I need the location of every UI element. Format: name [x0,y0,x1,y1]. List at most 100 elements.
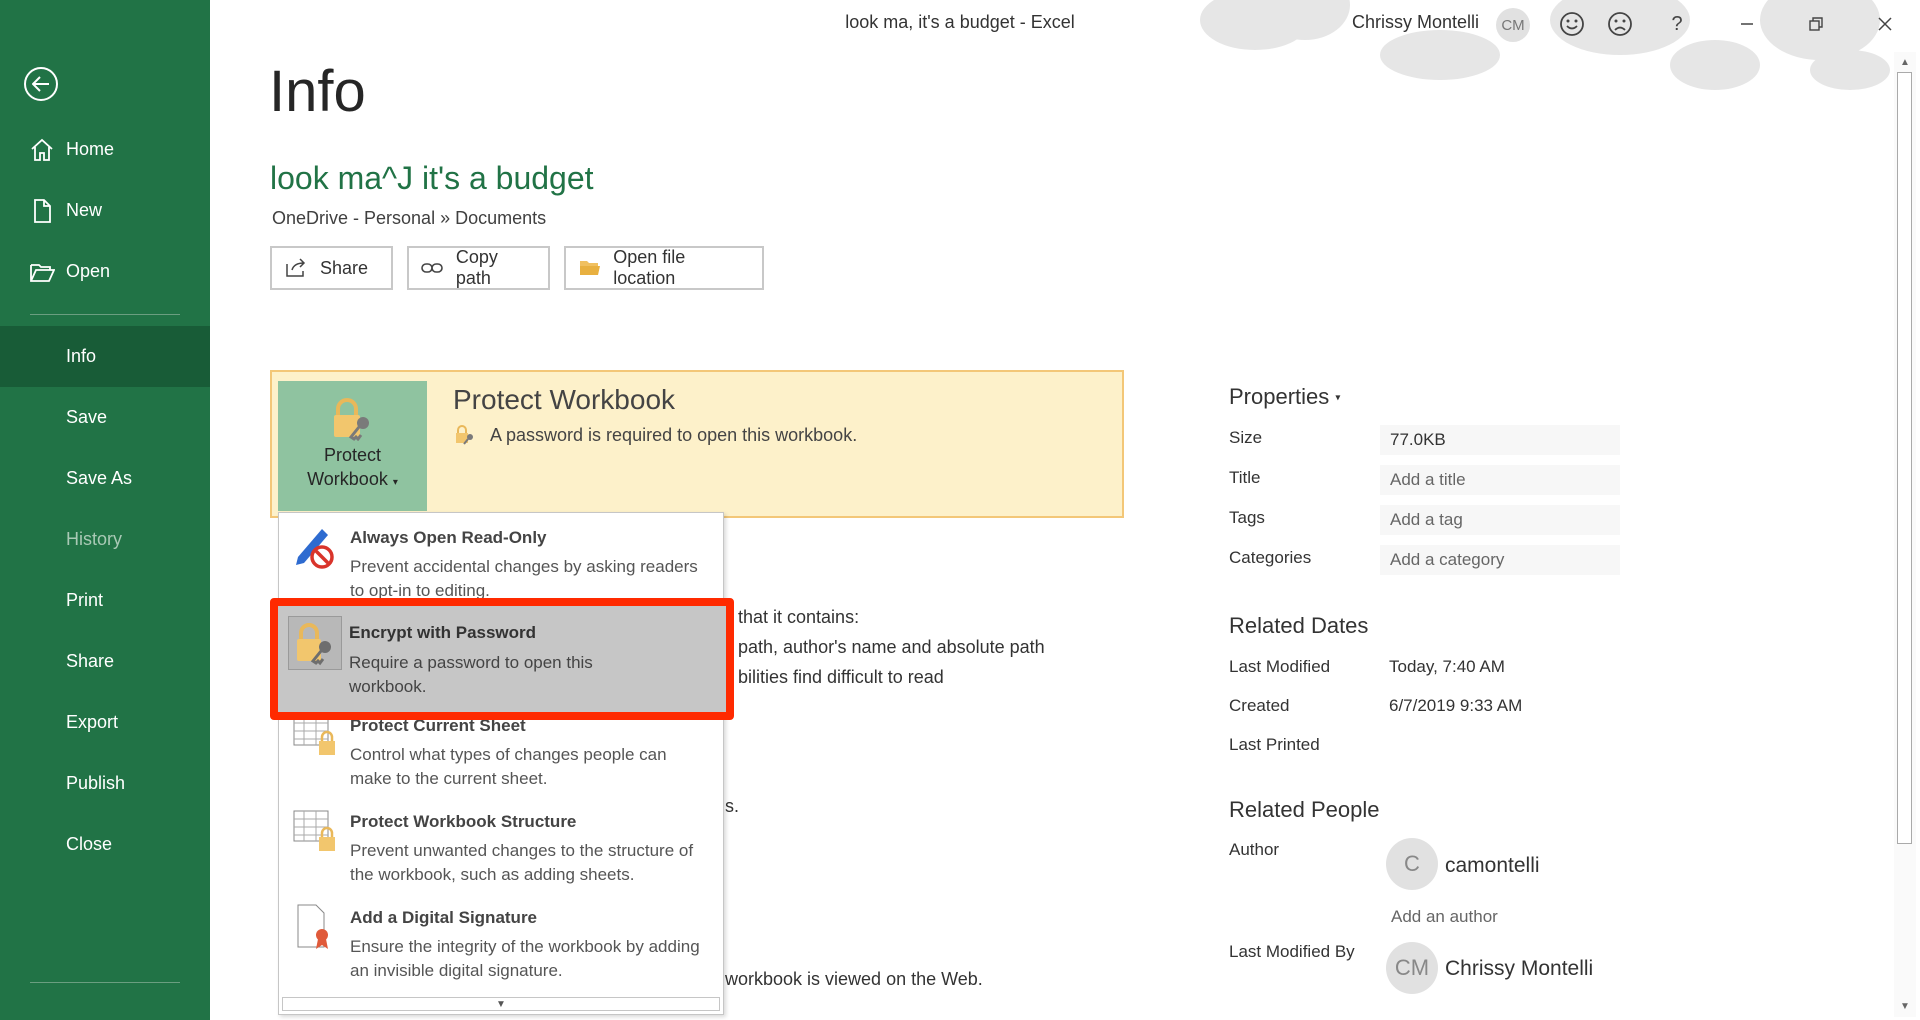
menu-item-description: Prevent accidental changes by asking rea… [350,557,698,600]
restore-icon[interactable] [1797,6,1835,42]
workbook-lock-icon [292,807,340,855]
protect-workbook-button[interactable]: Protect Workbook ▾ [278,381,427,511]
sidebar-item-label: Open [66,261,111,281]
last-modified-by-avatar[interactable]: CM [1386,942,1438,994]
created-label: Created [1229,696,1290,715]
sidebar-item-open[interactable]: Open [0,241,210,302]
inspect-text: that it contains: [738,607,860,627]
protect-workbook-label: Protect Workbook ▾ [307,445,398,489]
last-printed-label: Last Printed [1229,735,1320,754]
protect-workbook-heading: Protect Workbook [453,384,676,415]
help-icon[interactable]: ? [1658,6,1696,42]
author-name[interactable]: camontelli [1445,854,1540,878]
sidebar-item-label: Save [66,407,108,427]
categories-label: Categories [1229,548,1312,567]
document-title: look ma^J it's a budget [270,160,594,196]
sidebar-item-info[interactable]: Info [0,326,210,387]
categories-field[interactable]: Add a category [1380,545,1620,575]
inspect-text: bilities find difficult to read [738,667,944,687]
minimize-icon[interactable] [1728,6,1766,42]
sidebar-item-label: Save As [66,468,133,488]
size-field: 77.0KB [1380,425,1620,455]
copy-path-label: Copy path [455,247,498,288]
sidebar-item-label: History [66,529,123,549]
chevron-down-icon: ▼ [496,998,506,1010]
dropdown-caret-icon: ▾ [392,477,398,488]
sidebar-item-print[interactable]: Print [0,570,210,631]
copy-path-button[interactable]: Copy path [407,246,550,290]
chevron-down-icon: ▾ [1335,392,1341,404]
menu-item-protect-workbook-structure[interactable]: Protect Workbook Structure Prevent unwan… [280,797,722,891]
menu-item-description: Ensure the integrity of the workbook by … [350,937,700,980]
lock-key-icon [454,424,476,446]
open-file-location-button[interactable]: Open file location [564,246,764,290]
size-label: Size [1229,428,1263,447]
menu-scroll-down-button[interactable]: ▼ [282,997,720,1011]
title-field[interactable]: Add a title [1380,465,1620,495]
author-avatar[interactable]: C [1386,838,1438,890]
menu-item-description: Prevent unwanted changes to the structur… [350,841,694,884]
scroll-down-icon[interactable]: ▼ [1897,998,1913,1014]
sidebar-item-publish[interactable]: Publish [0,753,210,814]
scrollbar-thumb[interactable] [1897,72,1912,844]
sidebar-item-home[interactable]: Home [0,119,210,180]
sidebar-divider [30,314,180,315]
sidebar-item-share[interactable]: Share [0,631,210,692]
last-modified-by-name[interactable]: Chrissy Montelli [1445,957,1593,981]
lock-key-icon [329,397,377,442]
menu-item-title: Protect Workbook Structure [350,812,577,831]
backstage-sidebar: Home New Open Info Save Save As History … [0,0,210,1020]
user-avatar[interactable]: CM [1496,8,1530,42]
menu-item-add-digital-signature[interactable]: Add a Digital Signature Ensure the integ… [280,893,722,987]
open-file-location-label: Open file location [613,247,686,288]
share-button[interactable]: Share [270,246,393,290]
menu-item-title: Add a Digital Signature [350,908,538,927]
created-value: 6/7/2019 9:33 AM [1389,696,1523,715]
sidebar-item-label: Info [66,346,97,366]
sidebar-item-label: Share [66,651,115,671]
tags-field[interactable]: Add a tag [1380,505,1620,535]
sidebar-divider [30,982,180,983]
sidebar-item-label: New [66,200,103,220]
back-arrow-icon[interactable] [24,67,58,101]
home-icon [29,137,55,163]
related-dates-heading: Related Dates [1229,613,1369,638]
menu-item-always-open-read-only[interactable]: Always Open Read-Only Prevent accidental… [280,513,722,607]
sidebar-item-label: Home [66,139,115,159]
last-modified-value: Today, 7:40 AM [1389,657,1505,676]
tags-label: Tags [1229,508,1265,527]
share-icon [284,256,308,280]
menu-item-description: Control what types of changes people can… [350,745,667,788]
sidebar-item-save-as[interactable]: Save As [0,448,210,509]
sidebar-item-save[interactable]: Save [0,387,210,448]
properties-heading[interactable]: Properties ▾ [1229,384,1340,410]
sidebar-item-label: Close [66,834,113,854]
pencil-no-icon [292,523,340,571]
window-title-text: look ma, it's a budget - Excel [845,12,1075,32]
menu-item-description: Require a password to open this workbook… [349,653,593,696]
sidebar-item-export[interactable]: Export [0,692,210,753]
sidebar-item-close[interactable]: Close [0,814,210,875]
author-label: Author [1229,840,1280,859]
add-author-link[interactable]: Add an author [1391,907,1498,927]
link-icon [421,256,444,280]
protect-workbook-menu: Always Open Read-Only Prevent accidental… [278,512,724,1015]
user-name[interactable]: Chrissy Montelli [1352,12,1479,33]
last-modified-label: Last Modified [1229,657,1331,676]
smile-feedback-icon[interactable] [1553,6,1591,42]
last-modified-by-label: Last Modified By [1229,942,1355,961]
browser-view-text: workbook is viewed on the Web. [725,969,983,989]
sidebar-item-history: History [0,509,210,570]
menu-item-title: Encrypt with Password [349,623,537,642]
sidebar-item-label: Publish [66,773,126,793]
lock-key-icon [288,616,342,670]
frown-feedback-icon[interactable] [1601,6,1639,42]
versions-text: s. [725,796,740,816]
related-people-heading: Related People [1229,797,1380,822]
close-window-icon[interactable] [1866,6,1904,42]
sidebar-item-new[interactable]: New [0,180,210,241]
document-path[interactable]: OneDrive - Personal » Documents [272,208,546,229]
new-doc-icon [29,198,55,224]
page-title: Info [269,59,366,124]
scroll-up-icon[interactable]: ▲ [1897,54,1913,70]
